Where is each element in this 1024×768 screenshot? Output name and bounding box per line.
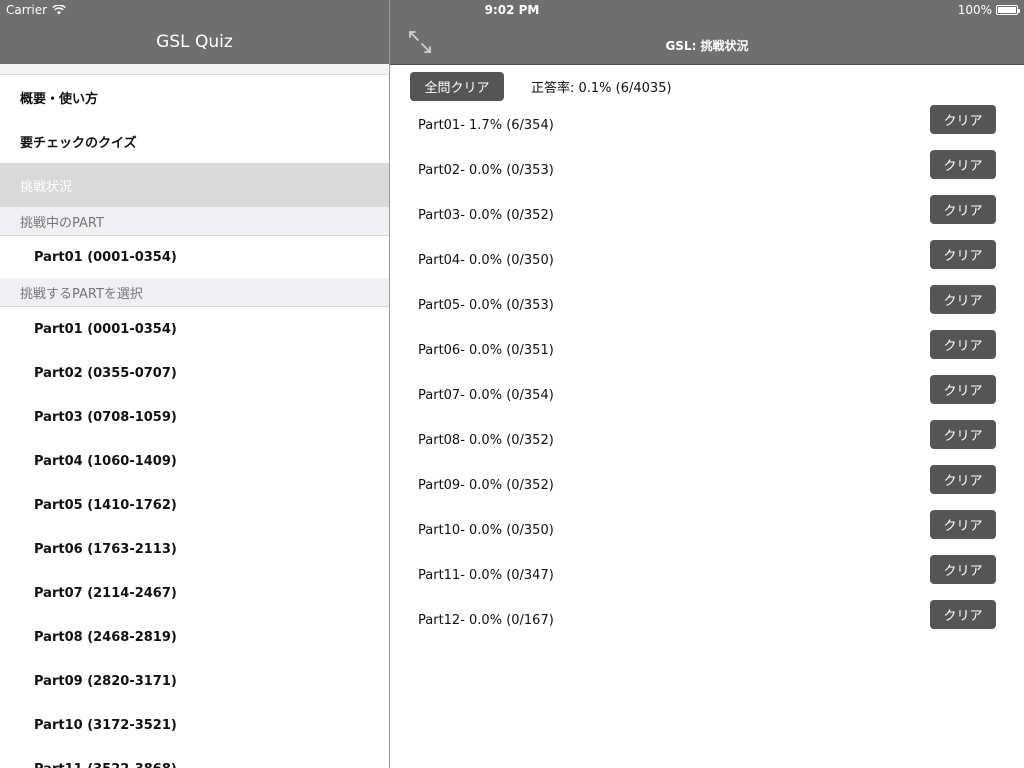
part-list-item[interactable]: Part09 (2820-3171) <box>0 659 389 703</box>
part-list-item[interactable]: Part06 (1763-2113) <box>0 527 389 571</box>
part-progress-label: Part08- 0.0% (0/352) <box>418 433 554 448</box>
clear-part-button[interactable]: クリア <box>930 105 996 134</box>
part-progress-row: Part08- 0.0% (0/352) クリア <box>390 417 1024 462</box>
part-progress-row: Part09- 0.0% (0/352) クリア <box>390 462 1024 507</box>
part-progress-row: Part04- 0.0% (0/350) クリア <box>390 237 1024 282</box>
part-list-item[interactable]: Part10 (3172-3521) <box>0 703 389 747</box>
part-progress-label: Part12- 0.0% (0/167) <box>418 613 554 628</box>
clear-part-button[interactable]: クリア <box>930 465 996 494</box>
part-list-item[interactable]: Part01 (0001-0354) <box>0 307 389 351</box>
menu-item-challenge-status[interactable]: 挑戦状況 <box>0 163 389 207</box>
clear-part-button[interactable]: クリア <box>930 285 996 314</box>
part-progress-label: Part01- 1.7% (6/354) <box>418 118 554 133</box>
part-progress-row: Part06- 0.0% (0/351) クリア <box>390 327 1024 372</box>
menu-item-overview[interactable]: 概要・使い方 <box>0 75 389 119</box>
part-progress-row: Part01- 1.7% (6/354) クリア <box>390 102 1024 147</box>
part-progress-row: Part11- 0.0% (0/347) クリア <box>390 552 1024 597</box>
overall-summary: 全問クリア 正答率: 0.1% (6/4035) <box>410 72 672 101</box>
part-progress-row: Part12- 0.0% (0/167) クリア <box>390 597 1024 642</box>
clear-all-button[interactable]: 全問クリア <box>410 72 504 101</box>
section-header-select-part: 挑戦するPARTを選択 <box>0 278 389 307</box>
part-progress-label: Part10- 0.0% (0/350) <box>418 523 554 538</box>
part-list-item[interactable]: Part07 (2114-2467) <box>0 571 389 615</box>
status-bar: Carrier 9:02 PM 100% <box>0 0 1024 20</box>
part-progress-row: Part10- 0.0% (0/350) クリア <box>390 507 1024 552</box>
part-progress-row: Part02- 0.0% (0/353) クリア <box>390 147 1024 192</box>
part-progress-row: Part03- 0.0% (0/352) クリア <box>390 192 1024 237</box>
list-top-strip <box>0 64 389 75</box>
clear-part-button[interactable]: クリア <box>930 600 996 629</box>
detail-title: GSL: 挑戦状況 <box>665 39 749 53</box>
part-progress-row: Part07- 0.0% (0/354) クリア <box>390 372 1024 417</box>
clear-part-button[interactable]: クリア <box>930 420 996 449</box>
clear-part-button[interactable]: クリア <box>930 150 996 179</box>
clear-part-button[interactable]: クリア <box>930 195 996 224</box>
part-list-item[interactable]: Part02 (0355-0707) <box>0 351 389 395</box>
part-list: Part01 (0001-0354) Part02 (0355-0707) Part… <box>0 307 389 768</box>
app-title: GSL Quiz <box>156 32 233 52</box>
menu-item-check-quiz[interactable]: 要チェックのクイズ <box>0 119 389 163</box>
current-part-item[interactable]: Part01 (0001-0354) <box>0 236 389 278</box>
overall-rate: 正答率: 0.1% (6/4035) <box>531 81 672 96</box>
status-right: 100% <box>957 3 1020 17</box>
battery-percent: 100% <box>957 3 992 17</box>
clear-part-button[interactable]: クリア <box>930 375 996 404</box>
clear-part-button[interactable]: クリア <box>930 510 996 539</box>
clear-part-button[interactable]: クリア <box>930 240 996 269</box>
clear-part-button[interactable]: クリア <box>930 555 996 584</box>
clear-part-button[interactable]: クリア <box>930 330 996 359</box>
master-pane: GSL Quiz 概要・使い方 要チェックのクイズ 挑戦状況 挑戦中のPART … <box>0 0 389 768</box>
status-time: 9:02 PM <box>484 3 540 17</box>
part-progress-label: Part06- 0.0% (0/351) <box>418 343 554 358</box>
part-list-item[interactable]: Part11 (3522-3868) <box>0 747 389 768</box>
part-progress-label: Part07- 0.0% (0/354) <box>418 388 554 403</box>
detail-pane: GSL: 挑戦状況 全問クリア 正答率: 0.1% (6/4035) Part0… <box>390 0 1024 768</box>
part-progress-label: Part09- 0.0% (0/352) <box>418 478 554 493</box>
part-list-item[interactable]: Part05 (1410-1762) <box>0 483 389 527</box>
part-progress-label: Part03- 0.0% (0/352) <box>418 208 554 223</box>
part-progress-label: Part11- 0.0% (0/347) <box>418 568 554 583</box>
part-progress-label: Part05- 0.0% (0/353) <box>418 298 554 313</box>
section-header-current-part: 挑戦中のPART <box>0 207 389 236</box>
part-progress-label: Part04- 0.0% (0/350) <box>418 253 554 268</box>
part-progress-row: Part05- 0.0% (0/353) クリア <box>390 282 1024 327</box>
part-list-item[interactable]: Part08 (2468-2819) <box>0 615 389 659</box>
battery-icon <box>996 5 1020 15</box>
part-list-item[interactable]: Part03 (0708-1059) <box>0 395 389 439</box>
part-progress-label: Part02- 0.0% (0/353) <box>418 163 554 178</box>
part-list-item[interactable]: Part04 (1060-1409) <box>0 439 389 483</box>
